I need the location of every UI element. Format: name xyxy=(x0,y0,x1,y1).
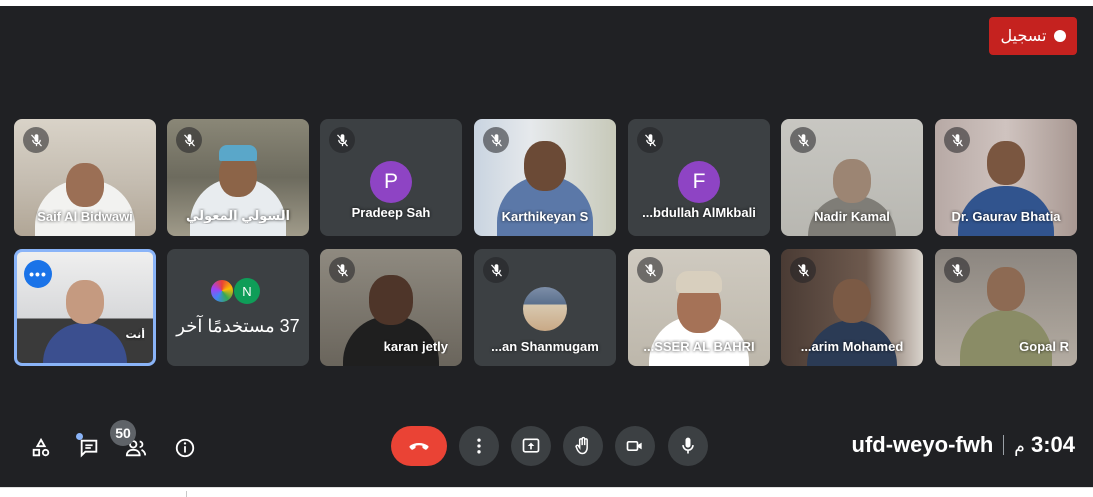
participant-name: Pradeep Sah xyxy=(351,205,431,220)
avatar: F xyxy=(678,161,720,203)
present-screen-button[interactable] xyxy=(511,426,551,466)
present-icon xyxy=(522,438,540,453)
meeting-info: ufd-weyo-fwh 3:04 م xyxy=(852,432,1075,458)
mic-off-icon xyxy=(637,257,663,283)
participant-tile[interactable]: Gopal R xyxy=(935,249,1077,366)
mic-off-icon xyxy=(944,257,970,283)
participant-tile[interactable]: Karthikeyan S xyxy=(474,119,616,236)
participant-name: Gopal R xyxy=(1019,339,1069,354)
participant-tile[interactable]: P Pradeep Sah xyxy=(320,119,462,236)
more-options-icon[interactable]: ••• xyxy=(24,260,52,288)
others-count-text: 37 مستخدمًا آخر xyxy=(176,316,300,336)
participant-tile[interactable]: Saif Al Bidwawi xyxy=(14,119,156,236)
participant-name: السولي المعولي xyxy=(186,208,290,223)
camera-toggle-button[interactable] xyxy=(615,426,655,466)
phone-hangup-icon xyxy=(409,443,429,450)
participant-name: Nadir Kamal xyxy=(814,209,890,224)
vertical-dots-icon xyxy=(477,438,481,454)
participant-name: Saif Al Bidwawi xyxy=(37,209,133,224)
meeting-stage xyxy=(0,6,1093,487)
participant-name: Karthikeyan S xyxy=(501,209,589,224)
mic-off-icon xyxy=(790,127,816,153)
participant-name: Dr. Gaurav Bhatia xyxy=(951,209,1061,224)
participant-tile[interactable]: ...an Shanmugam xyxy=(474,249,616,366)
recording-label: تسجيل xyxy=(1000,28,1047,45)
mic-off-icon xyxy=(329,127,355,153)
self-view-tile[interactable]: ••• أنت xyxy=(14,249,156,366)
mic-off-icon xyxy=(329,257,355,283)
participant-tile[interactable]: Nadir Kamal xyxy=(781,119,923,236)
clock-period: م xyxy=(1014,437,1025,456)
mic-off-icon xyxy=(483,257,509,283)
mic-off-icon xyxy=(790,257,816,283)
participant-tile[interactable]: ...SSER AL BAHRI xyxy=(628,249,770,366)
participant-name: أنت xyxy=(125,329,145,341)
participant-tile[interactable]: السولي المعولي xyxy=(167,119,309,236)
meeting-clock: 3:04 م xyxy=(1014,432,1075,458)
recording-indicator[interactable]: تسجيل xyxy=(989,17,1077,55)
divider xyxy=(1003,435,1005,455)
record-dot-icon xyxy=(1053,30,1066,42)
leave-call-button[interactable] xyxy=(391,426,447,466)
clock-time: 3:04 xyxy=(1030,432,1075,457)
avatar: N xyxy=(234,278,260,304)
avatar: P xyxy=(370,161,412,203)
participant-name: ...arim Mohamed xyxy=(800,339,904,354)
microphone-toggle-button[interactable] xyxy=(668,426,708,466)
participant-tile[interactable]: karan jetly xyxy=(320,249,462,366)
more-options-button[interactable] xyxy=(459,426,499,466)
participant-name: ...SSER AL BAHRI xyxy=(643,339,755,354)
raise-hand-button[interactable] xyxy=(563,426,603,466)
mic-off-icon xyxy=(637,127,663,153)
participant-tile[interactable]: Dr. Gaurav Bhatia xyxy=(935,119,1077,236)
bottom-strip xyxy=(0,487,1093,497)
meeting-code[interactable]: ufd-weyo-fwh xyxy=(852,432,994,458)
mic-off-icon xyxy=(23,127,49,153)
participant-name: ...bdullah AlMkbali xyxy=(642,205,756,220)
participant-tile[interactable]: F ...bdullah AlMkbali xyxy=(628,119,770,236)
participant-name: ...an Shanmugam xyxy=(491,339,599,354)
mic-off-icon xyxy=(944,127,970,153)
participant-name: karan jetly xyxy=(383,339,448,354)
avatar xyxy=(523,287,567,331)
other-participants-tile[interactable]: N 37 مستخدمًا آخر xyxy=(167,249,309,366)
participant-tile[interactable]: ...arim Mohamed xyxy=(781,249,923,366)
avatar xyxy=(209,278,235,304)
mic-off-icon xyxy=(176,127,202,153)
camera-icon xyxy=(626,441,642,451)
microphone-icon xyxy=(682,437,694,454)
mic-off-icon xyxy=(483,127,509,153)
hand-icon xyxy=(575,436,588,455)
